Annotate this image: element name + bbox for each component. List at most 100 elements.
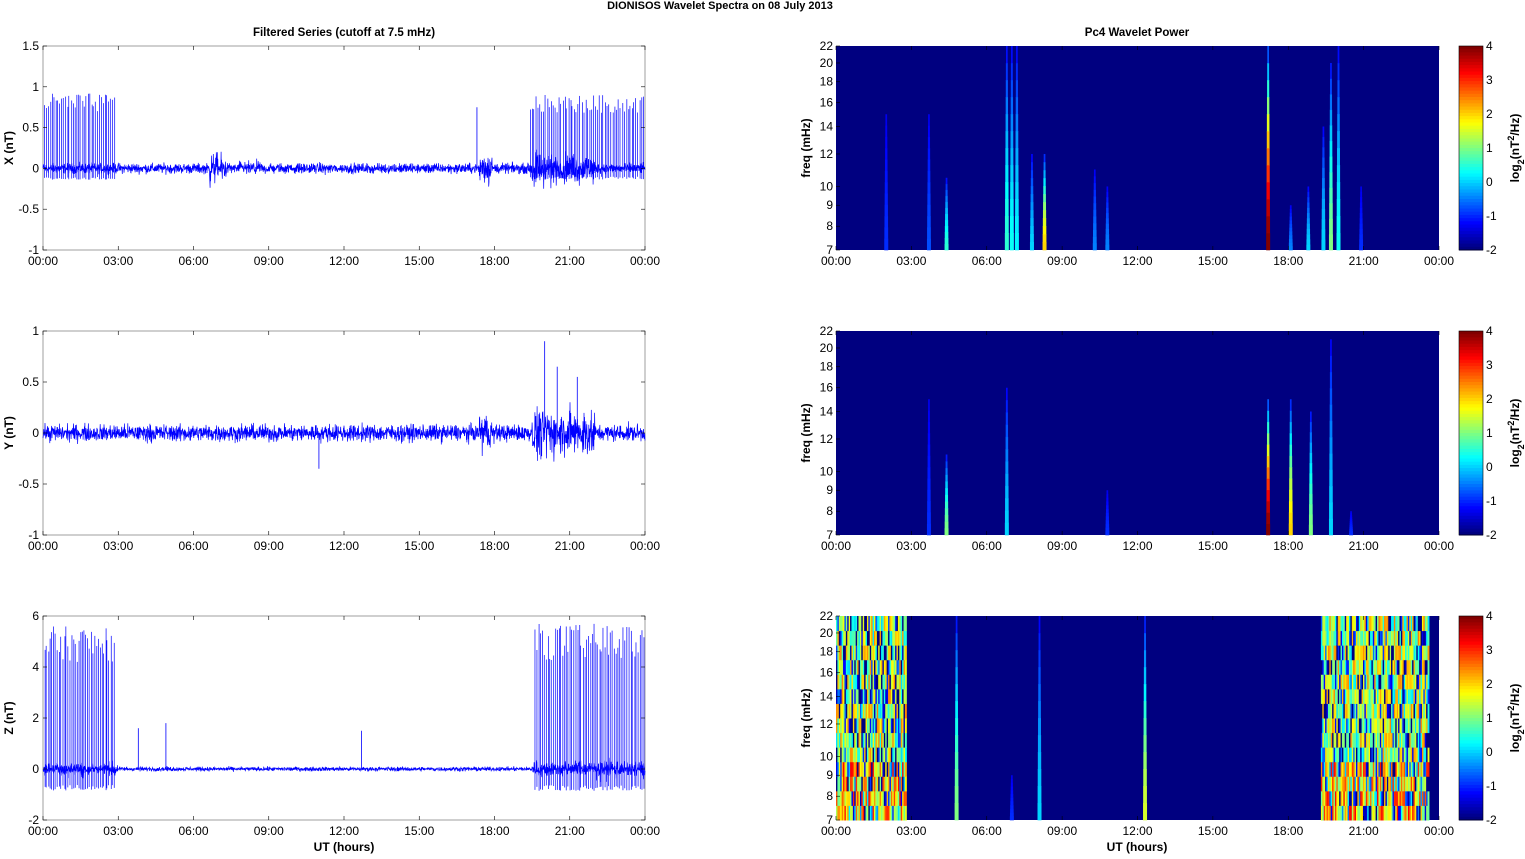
power-streak [1014,233,1019,251]
x-tick-label: 15:00 [1198,824,1228,838]
x-tick-label: 21:00 [555,254,585,268]
power-streak [1005,412,1008,425]
colorbar-segment [1459,778,1483,783]
colorbar-segment [1459,68,1483,72]
x-tick-label: 12:00 [329,539,359,553]
colorbar-segment [1459,366,1483,370]
power-streak [1105,218,1109,224]
power-streak [1143,667,1147,685]
power-streak [884,227,889,239]
power-streak [1011,46,1013,64]
colorbar-segment [1459,100,1483,104]
colorbar-segment [1459,243,1483,248]
power-streak [1093,209,1097,217]
power-streak [1288,246,1293,251]
colorbar-segment [1459,237,1483,241]
y-tick-label: 9 [826,198,833,212]
power-streak [1306,228,1311,235]
colorbar-segment [1459,686,1483,690]
colorbar-segment [1459,128,1483,133]
colorbar-segment [1459,800,1483,805]
colorbar-segment [1459,119,1483,123]
power-cell [904,688,907,704]
power-streak [1010,63,1013,81]
colorbar-segment [1459,391,1483,396]
power-streak [1005,424,1009,438]
power-streak [1336,216,1341,234]
power-streak [1105,527,1110,532]
colorbar-segment [1459,423,1483,428]
power-streak [1043,201,1047,211]
colorbar-segment [1459,515,1483,520]
power-streak [1105,234,1110,240]
power-streak [1288,523,1293,536]
colorbar-segment [1459,506,1483,510]
power-streak [1105,228,1110,235]
power-streak [1330,78,1332,95]
power-streak [1105,223,1109,230]
y-tick-label: 10 [820,464,834,478]
power-streak [927,204,931,217]
y-tick-label: 16 [820,96,834,110]
power-streak [1031,153,1033,163]
power-streak [955,633,958,651]
power-streak [1010,80,1013,98]
power-streak [955,667,958,685]
power-streak [927,478,931,491]
colorbar-segment [1459,775,1483,780]
x-tick-label: 06:00 [972,539,1002,553]
power-streak [1329,469,1333,487]
power-cell [904,645,907,661]
power-streak [1306,212,1310,219]
x-tick-label: 21:00 [1349,539,1379,553]
power-streak [884,193,888,206]
power-streak [884,238,889,251]
y-axis-label: freq (mHz) [799,403,813,462]
power-streak [1309,504,1313,515]
power-cell [904,776,907,792]
power-streak [1329,203,1333,220]
colorbar-tick-label: 2 [1486,107,1493,121]
colorbar-segment [1459,426,1483,431]
power-streak [1143,684,1147,702]
power-streak [1309,493,1313,505]
x-tick-label: 18:00 [1273,539,1303,553]
colorbar-segment [1459,644,1483,649]
colorbar-segment [1459,660,1483,665]
power-streak [1004,233,1009,251]
power-streak [955,616,958,634]
colorbar-segment [1459,337,1483,342]
power-streak [1306,244,1311,251]
x-tick-label: 03:00 [103,539,133,553]
colorbar: 4 3 2 1 0 -1 -2 log2(nT2/Hz) [1458,324,1525,542]
power-streak [1038,633,1041,651]
colorbar-segment [1459,61,1483,66]
power-streak [1309,473,1313,484]
power-streak [1043,177,1046,187]
power-streak [1010,790,1014,795]
colorbar-segment [1459,189,1483,194]
y-tick-label: -0.5 [18,202,39,216]
power-streak [1266,444,1270,457]
power-streak [1308,514,1313,526]
power-streak [1005,461,1009,474]
colorbar-segment [1459,401,1483,405]
x-tick-label: 18:00 [479,539,509,553]
power-streak [1329,94,1333,111]
colorbar-segment [1459,394,1483,399]
power-streak [928,114,930,126]
power-streak [1337,148,1340,166]
power-streak [885,114,888,126]
colorbar: 4 3 2 1 0 -1 -2 log2(nT2/Hz) [1458,39,1525,257]
colorbar-segment [1459,141,1483,146]
colorbar-segment [1459,705,1483,709]
power-streak [1043,169,1046,179]
power-streak [1038,718,1041,736]
y-tick-label: 4 [32,660,39,674]
colorbar-segment [1459,106,1483,111]
power-streak [1010,131,1014,149]
x-tick-label: 09:00 [1047,539,1077,553]
power-streak [1321,208,1326,220]
colorbar-segment [1459,116,1483,120]
colorbar-segment [1459,350,1483,354]
